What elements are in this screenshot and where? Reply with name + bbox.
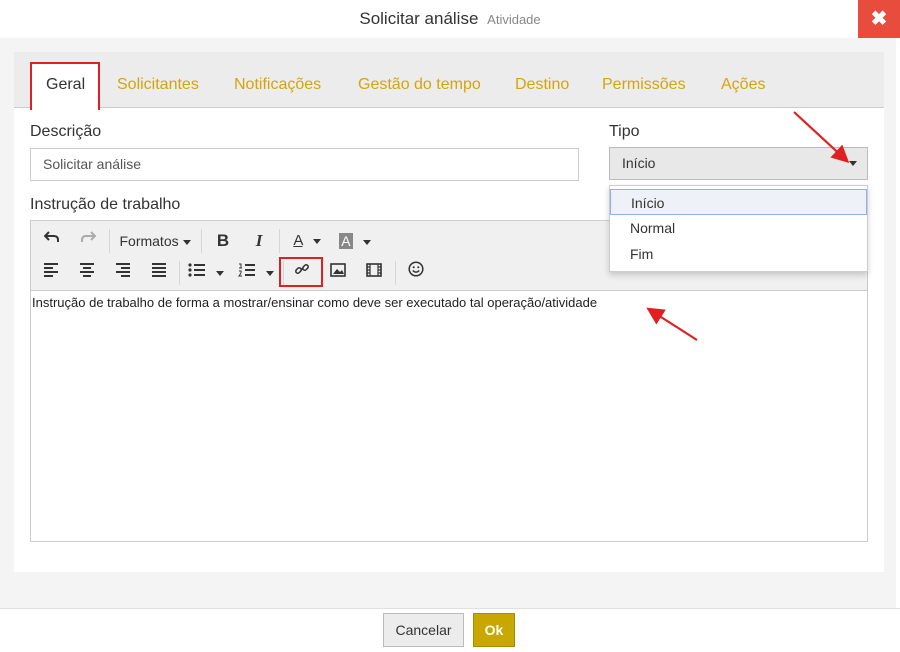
tab-solicitantes[interactable]: Solicitantes [117,76,199,94]
dialog-titlebar: Solicitar análise Atividade ✖ [0,0,900,38]
cancel-button[interactable]: Cancelar [383,613,464,647]
formats-label: Formatos [119,233,179,249]
descricao-input[interactable]: Solicitar análise [30,148,579,181]
background-color-label: A [339,233,353,249]
tab-permissoes[interactable]: Permissões [602,76,686,94]
numbered-list-button[interactable] [235,260,277,286]
toolbar-separator [201,229,202,253]
toolbar-separator [179,261,180,285]
ok-button[interactable]: Ok [473,613,515,647]
tab-destino[interactable]: Destino [515,76,569,94]
align-right-icon[interactable] [111,260,135,286]
dialog-title-text: Solicitar análise [359,9,479,28]
toolbar-separator [279,229,280,253]
tipo-select[interactable]: Início [609,147,868,180]
undo-icon[interactable] [39,228,65,254]
descricao-label: Descrição [30,123,102,140]
dialog-title: Solicitar análise Atividade [0,9,900,29]
italic-button[interactable]: I [247,228,271,254]
chevron-down-icon [182,239,191,245]
tipo-label: Tipo [609,123,640,140]
tipo-select-value: Início [622,155,656,171]
toolbar-separator [395,261,396,285]
tipo-option-inicio[interactable]: Início [610,189,867,215]
chevron-down-icon [216,270,225,276]
video-icon[interactable] [361,260,387,286]
close-icon[interactable]: ✖ [858,0,900,38]
tab-notificacoes[interactable]: Notificações [234,76,321,94]
toolbar-separator [109,229,110,253]
align-center-icon[interactable] [75,260,99,286]
instrucao-label: Instrução de trabalho [30,196,181,213]
align-left-icon[interactable] [39,260,63,286]
tipo-option-fim[interactable]: Fim [610,241,867,267]
chevron-down-icon [362,239,371,245]
bold-button[interactable]: B [211,228,235,254]
tab-gestao-do-tempo[interactable]: Gestão do tempo [358,76,481,94]
editor-content[interactable]: Instrução de trabalho de forma a mostrar… [32,295,597,310]
formats-dropdown[interactable]: Formatos [117,228,193,254]
image-icon[interactable] [325,260,351,286]
redo-icon[interactable] [75,228,101,254]
align-justify-icon[interactable] [147,260,171,286]
tab-geral[interactable]: Geral [46,76,85,94]
bullet-list-button[interactable] [185,260,227,286]
emoji-icon[interactable] [403,260,429,286]
link-button-highlight [279,257,323,287]
tab-bar: Geral Solicitantes Notificações Gestão d… [14,52,884,110]
tipo-option-normal[interactable]: Normal [610,215,867,241]
chevron-down-icon [312,238,321,244]
font-color-button[interactable]: A [287,228,327,254]
tab-acoes[interactable]: Ações [721,76,765,94]
chevron-down-icon [849,161,857,166]
chevron-down-icon [266,270,275,276]
dialog-subtitle: Atividade [487,12,541,27]
tipo-dropdown: Início Normal Fim [609,185,868,272]
font-color-label: A [293,232,303,249]
background-color-button[interactable]: A [335,228,375,254]
